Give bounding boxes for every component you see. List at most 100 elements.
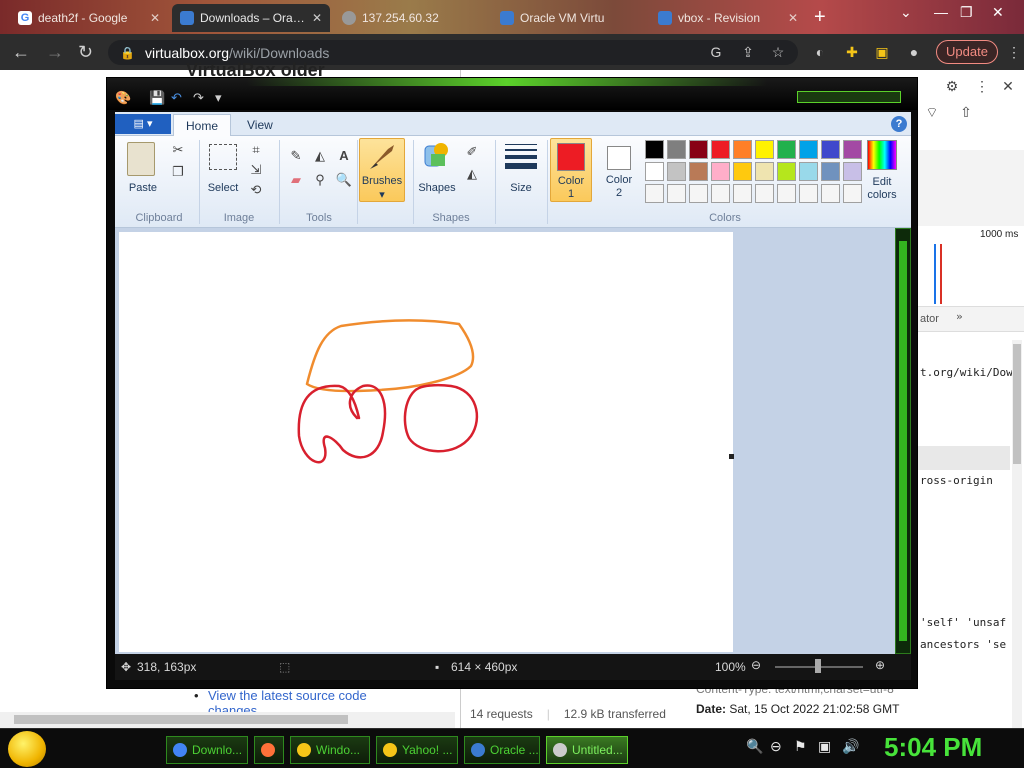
select-button[interactable]: Select — [201, 182, 245, 195]
palette-swatch[interactable] — [799, 184, 818, 203]
chevron-down-icon[interactable]: ⌄ — [900, 4, 912, 21]
tab-home[interactable]: Home — [173, 114, 232, 136]
rotate-icon[interactable]: ⟲ — [245, 180, 267, 200]
kebab-menu-icon[interactable]: ⋮ — [1004, 42, 1024, 62]
crop-icon[interactable]: ⌗ — [245, 140, 267, 160]
canvas-vertical-scrollbar[interactable] — [895, 228, 911, 654]
shapes-icon[interactable] — [421, 140, 451, 170]
taskbar-clock[interactable]: 5:04 PM — [884, 732, 982, 763]
upload-icon[interactable]: ⇧ — [956, 102, 976, 122]
palette-swatch[interactable] — [755, 140, 774, 159]
side-panel-icon[interactable]: ▣ — [872, 42, 892, 62]
close-icon[interactable]: ✕ — [150, 11, 160, 25]
palette-swatch[interactable] — [821, 162, 840, 181]
palette-swatch[interactable] — [645, 162, 664, 181]
taskbar-task[interactable]: Yahoo! ... — [376, 736, 458, 764]
palette-swatch[interactable] — [821, 140, 840, 159]
undo-icon[interactable]: ↶ — [171, 90, 182, 106]
taskbar-task[interactable] — [254, 736, 284, 764]
zoom-in-icon[interactable]: ⊕ — [875, 658, 885, 672]
palette-swatch[interactable] — [821, 184, 840, 203]
browser-tab-downloads[interactable]: Downloads – Oracle ✕ — [172, 4, 330, 32]
devtools-settings-gear-icon[interactable]: ⚙ — [942, 76, 962, 96]
color2-button[interactable]: Color 2 — [599, 140, 637, 204]
select-rectangle-icon[interactable] — [209, 144, 237, 170]
shapes-button[interactable]: Shapes — [413, 182, 461, 195]
devtools-tab[interactable]: ator — [920, 313, 939, 325]
text-tool-icon[interactable]: A — [333, 146, 355, 166]
palette-swatch[interactable] — [843, 140, 862, 159]
save-icon[interactable]: 💾 — [149, 90, 165, 106]
close-icon[interactable]: ✕ — [788, 11, 798, 25]
palette-swatch[interactable] — [667, 140, 686, 159]
minimize-icon[interactable]: — — [934, 4, 948, 20]
browser-tab-oracle-vm[interactable]: Oracle VM Virtu — [492, 4, 644, 32]
edit-colors-rainbow-icon[interactable] — [867, 140, 897, 170]
cut-icon[interactable]: ✂ — [167, 140, 189, 160]
outline-icon[interactable]: ✐ — [461, 142, 483, 162]
share-icon[interactable]: ⇪ — [738, 42, 758, 62]
palette-swatch[interactable] — [711, 140, 730, 159]
color1-button[interactable]: Color 1 — [550, 138, 592, 202]
update-button[interactable]: Update — [936, 40, 998, 64]
zoom-out-icon[interactable]: ⊖ — [751, 658, 761, 672]
taskbar-task[interactable]: Downlo... — [166, 736, 248, 764]
palette-swatch[interactable] — [645, 184, 664, 203]
reload-icon[interactable]: ↻ — [78, 42, 93, 63]
palette-swatch[interactable] — [667, 184, 686, 203]
redo-icon[interactable]: ↷ — [193, 90, 204, 106]
browser-tab-ip[interactable]: 137.254.60.32 — [334, 4, 484, 32]
palette-swatch[interactable] — [733, 184, 752, 203]
back-arrow-icon[interactable]: ← — [12, 42, 30, 63]
tray-app-icon[interactable]: ⊖ — [770, 738, 782, 755]
size-button[interactable]: Size — [501, 182, 541, 195]
restore-icon[interactable]: ❐ — [960, 4, 973, 21]
drawing-canvas[interactable] — [119, 232, 733, 652]
window-close-icon[interactable]: ✕ — [992, 4, 1004, 21]
paint-title-bar[interactable]: 🎨 💾 ↶ ↷ ▾ — [107, 78, 917, 110]
scrollbar-thumb[interactable] — [899, 241, 907, 641]
devtools-menu-icon[interactable]: ⋮ — [972, 76, 992, 96]
palette-swatch[interactable] — [777, 184, 796, 203]
palette-swatch[interactable] — [777, 140, 796, 159]
size-lines-icon[interactable] — [505, 142, 537, 172]
paste-clipboard-icon[interactable] — [127, 142, 155, 176]
palette-swatch[interactable] — [667, 162, 686, 181]
network-icon[interactable]: ▣ — [818, 738, 831, 755]
customize-toolbar-icon[interactable]: ▾ — [215, 90, 222, 106]
devtools-close-icon[interactable]: ✕ — [998, 76, 1018, 96]
palette-swatch[interactable] — [711, 184, 730, 203]
scrollbar-thumb[interactable] — [1013, 344, 1021, 464]
browser-tab-vbox-revision[interactable]: vbox - Revision ✕ — [650, 4, 806, 32]
bookmark-star-icon[interactable]: ☆ — [768, 42, 788, 62]
network-conditions-icon[interactable]: ⌔ — [922, 102, 942, 122]
search-icon[interactable]: 🔍 — [746, 738, 763, 755]
zoom-slider-thumb[interactable] — [815, 659, 821, 673]
taskbar-task[interactable]: Oracle ... — [464, 736, 540, 764]
pencil-icon[interactable]: ✎ — [285, 146, 307, 166]
help-icon[interactable]: ? — [891, 116, 907, 132]
scrollbar-thumb[interactable] — [14, 715, 348, 724]
fill-bucket-icon[interactable]: ◭ — [309, 146, 331, 166]
paint-menu-button[interactable]: ▤ ▾ — [115, 114, 171, 134]
palette-swatch[interactable] — [733, 140, 752, 159]
palette-swatch[interactable] — [799, 140, 818, 159]
palette-swatch[interactable] — [689, 184, 708, 203]
color-picker-icon[interactable]: ⚲ — [309, 170, 331, 190]
puzzle-icon[interactable]: ✚ — [842, 42, 862, 62]
palette-swatch[interactable] — [755, 162, 774, 181]
palette-swatch[interactable] — [645, 140, 664, 159]
taskbar-task[interactable]: Untitled... — [546, 736, 628, 764]
eraser-icon[interactable]: ▰ — [285, 170, 307, 190]
new-tab-plus-icon[interactable]: + — [814, 6, 826, 29]
paint-app-icon[interactable]: 🎨 — [115, 90, 131, 106]
close-icon[interactable]: ✕ — [312, 11, 322, 25]
fill-icon[interactable]: ◭ — [461, 164, 483, 184]
palette-swatch[interactable] — [755, 184, 774, 203]
profile-avatar-icon[interactable]: ● — [904, 42, 924, 62]
paste-button[interactable]: Paste — [123, 182, 163, 195]
edit-colors-button[interactable]: Edit colors — [859, 176, 905, 202]
taskbar-task[interactable]: Windo... — [290, 736, 370, 764]
resize-icon[interactable]: ⇲ — [245, 160, 267, 180]
action-center-flag-icon[interactable]: ⚑ — [794, 738, 807, 755]
